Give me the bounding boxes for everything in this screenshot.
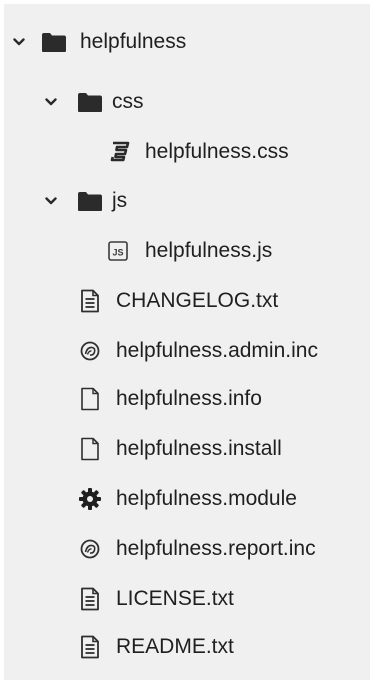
gear-icon — [78, 487, 102, 511]
file-label: helpfulness.report.inc — [116, 537, 316, 560]
tree-file-install[interactable]: helpfulness.install — [78, 432, 282, 466]
chevron-down-icon[interactable] — [44, 194, 58, 208]
file-label: LICENSE.txt — [116, 587, 234, 610]
tree-file-helpfulness-css[interactable]: helpfulness.css — [108, 135, 289, 169]
folder-label: css — [112, 90, 144, 113]
text-file-icon — [78, 587, 102, 611]
folder-label: helpfulness — [80, 30, 187, 53]
file-label: helpfulness.admin.inc — [116, 339, 318, 362]
folder-icon — [76, 90, 104, 114]
tree-folder-helpfulness[interactable]: helpfulness — [12, 25, 186, 59]
file-label: helpfulness.css — [145, 140, 289, 163]
tree-file-admin-inc[interactable]: helpfulness.admin.inc — [78, 334, 318, 368]
tree-file-changelog[interactable]: CHANGELOG.txt — [78, 284, 278, 318]
file-label: helpfulness.install — [116, 437, 282, 460]
file-label: helpfulness.info — [116, 387, 262, 410]
tree-file-report-inc[interactable]: helpfulness.report.inc — [78, 532, 316, 566]
tree-folder-css[interactable]: css — [44, 85, 144, 119]
file-label: helpfulness.js — [145, 239, 273, 262]
tree-file-helpfulness-js[interactable]: JS helpfulness.js — [106, 234, 272, 268]
tree-file-readme[interactable]: README.txt — [78, 630, 234, 664]
svg-text:JS: JS — [112, 248, 123, 258]
tree-file-module[interactable]: helpfulness.module — [78, 482, 297, 516]
file-tree-panel: helpfulness css helpfulness.css js JS he… — [4, 4, 370, 680]
chevron-down-icon[interactable] — [12, 35, 26, 49]
tree-folder-js[interactable]: js — [44, 184, 127, 218]
tree-file-license[interactable]: LICENSE.txt — [78, 582, 234, 616]
file-label: README.txt — [116, 635, 234, 658]
tree-file-info[interactable]: helpfulness.info — [78, 382, 262, 416]
drupal-icon — [78, 339, 102, 363]
blank-file-icon — [78, 437, 102, 461]
css3-icon — [108, 140, 132, 164]
folder-icon — [76, 189, 104, 213]
text-file-icon — [78, 635, 102, 659]
js-file-icon: JS — [106, 239, 130, 263]
blank-file-icon — [78, 387, 102, 411]
file-label: CHANGELOG.txt — [116, 289, 279, 312]
chevron-down-icon[interactable] — [44, 95, 58, 109]
folder-label: js — [112, 189, 128, 212]
drupal-icon — [78, 537, 102, 561]
text-file-icon — [78, 289, 102, 313]
folder-icon — [40, 30, 68, 54]
file-label: helpfulness.module — [116, 487, 297, 510]
